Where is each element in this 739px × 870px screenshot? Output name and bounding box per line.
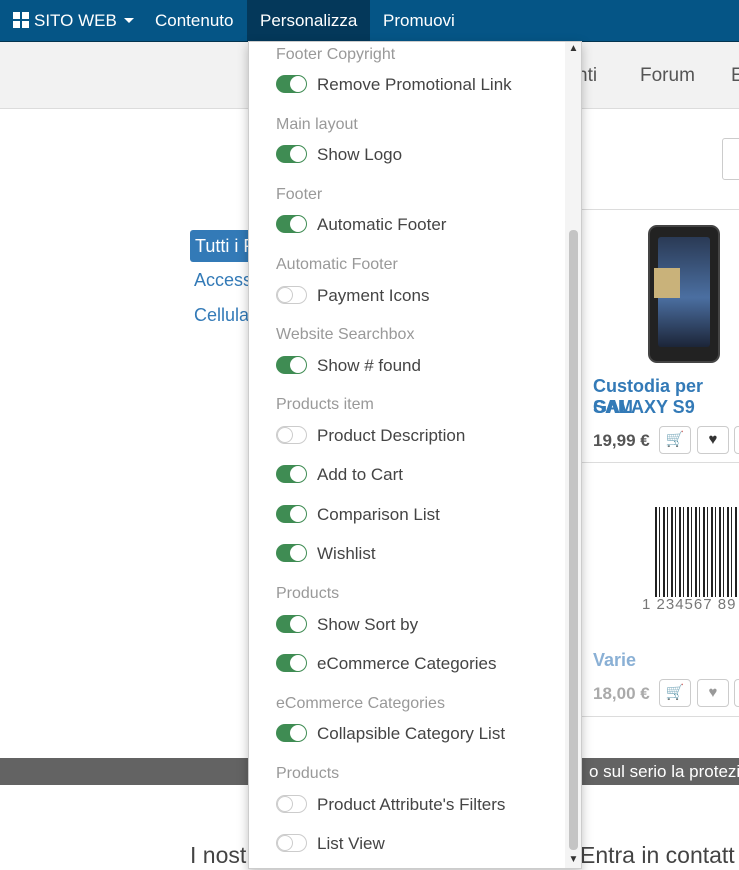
product-search-input[interactable]: [722, 138, 739, 180]
scrollbar-thumb[interactable]: [569, 230, 578, 850]
cart-icon: 🛒: [665, 431, 685, 448]
scroll-up-arrow-icon[interactable]: ▲: [565, 43, 581, 54]
toggle-knob: [290, 216, 306, 232]
option-label: Add to Cart: [317, 465, 403, 484]
section-heading: Website Searchbox: [276, 326, 415, 343]
toggle-switch[interactable]: [276, 834, 307, 852]
apps-grid-icon: [13, 12, 29, 28]
nav-link-forum[interactable]: Forum: [640, 65, 695, 87]
toggle-knob: [277, 287, 293, 303]
heart-icon: ♥: [708, 684, 718, 701]
section-heading: Products item: [276, 396, 374, 413]
category-phones[interactable]: Cellula: [194, 305, 249, 326]
toggle-switch[interactable]: [276, 75, 307, 93]
cart-icon: 🛒: [665, 684, 685, 701]
scroll-down-arrow-icon[interactable]: ▼: [565, 854, 581, 865]
toggle-knob: [277, 835, 293, 851]
customize-dropdown: ▲ ▼ Footer Copyright Remove Promotional L…: [248, 41, 582, 869]
section-heading: Products: [276, 585, 340, 602]
divider: [582, 716, 739, 717]
toggle-switch[interactable]: [276, 505, 307, 523]
product-title-varie[interactable]: Varie: [593, 650, 636, 671]
nav-link-partial-2[interactable]: E: [731, 65, 739, 87]
option-label: List View: [317, 834, 385, 853]
toggle-switch[interactable]: [276, 465, 307, 483]
toggle-switch[interactable]: [276, 145, 307, 163]
wishlist-button[interactable]: ♥: [697, 679, 729, 707]
option-label: Product Description: [317, 426, 466, 445]
toggle-switch[interactable]: [276, 426, 307, 444]
option-label: Product Attribute's Filters: [317, 795, 506, 814]
option-label: Remove Promotional Link: [317, 75, 512, 94]
option-label: eCommerce Categories: [317, 654, 497, 673]
toggle-knob: [290, 76, 306, 92]
product-price: 19,99 €: [593, 431, 650, 450]
toggle-switch[interactable]: [276, 795, 307, 813]
toggle-knob: [277, 796, 293, 812]
toggle-knob: [290, 466, 306, 482]
footer-heading-right[interactable]: Entra in contatt: [580, 842, 735, 869]
compare-button[interactable]: [734, 679, 739, 707]
barcode-number: 1 234567 89: [642, 596, 737, 613]
option-label: Show Sort by: [317, 615, 419, 634]
toggle-switch[interactable]: [276, 544, 307, 562]
section-heading: Footer: [276, 186, 323, 203]
admin-top-bar: SITO WEB Contenuto Personalizza Promuovi: [0, 0, 739, 42]
section-heading: Automatic Footer: [276, 256, 398, 273]
toggle-knob: [277, 427, 293, 443]
toggle-switch[interactable]: [276, 654, 307, 672]
compare-button[interactable]: [734, 426, 739, 454]
option-label: Show # found: [317, 356, 421, 375]
option-label: Payment Icons: [317, 286, 430, 305]
toggle-switch[interactable]: [276, 724, 307, 742]
category-accessories[interactable]: Access: [194, 270, 252, 291]
option-label: Comparison List: [317, 505, 440, 524]
toggle-knob: [290, 357, 306, 373]
wishlist-button[interactable]: ♥: [697, 426, 729, 454]
product-price-varie: 18,00 €: [593, 684, 650, 703]
caret-down-icon: [123, 18, 134, 23]
option-label: Collapsible Category List: [317, 724, 506, 743]
footer-banner-text: o sul serio la protezio: [589, 762, 739, 781]
card-slot: [654, 268, 680, 298]
toggle-switch[interactable]: [276, 615, 307, 633]
menu-content[interactable]: Contenuto: [155, 0, 233, 41]
option-label: Wishlist: [317, 544, 376, 563]
divider: [582, 462, 739, 463]
toggle-switch[interactable]: [276, 356, 307, 374]
toggle-knob: [290, 725, 306, 741]
option-label: Show Logo: [317, 145, 403, 164]
toggle-knob: [290, 616, 306, 632]
option-label: Automatic Footer: [317, 215, 447, 234]
footer-heading-left: I nost: [190, 842, 247, 868]
add-to-cart-button[interactable]: 🛒: [659, 426, 691, 454]
add-to-cart-button[interactable]: 🛒: [659, 679, 691, 707]
product-title-line2[interactable]: GALAXY S9: [593, 397, 695, 418]
section-heading: Main layout: [276, 116, 358, 133]
website-menu[interactable]: SITO WEB: [13, 0, 134, 41]
toggle-knob: [290, 146, 306, 162]
toggle-switch[interactable]: [276, 286, 307, 304]
heart-icon: ♥: [708, 431, 718, 448]
toggle-knob: [290, 506, 306, 522]
toggle-knob: [290, 655, 306, 671]
toggle-switch[interactable]: [276, 215, 307, 233]
website-menu-label: SITO WEB: [34, 11, 117, 30]
section-heading: eCommerce Categories: [276, 695, 445, 712]
divider: [582, 209, 739, 210]
menu-customize[interactable]: Personalizza: [247, 0, 371, 41]
menu-promote[interactable]: Promuovi: [383, 0, 455, 41]
toggle-knob: [290, 545, 306, 561]
section-heading: Footer Copyright: [276, 46, 396, 63]
product-image-barcode[interactable]: [655, 507, 739, 597]
section-heading: Products: [276, 765, 340, 782]
